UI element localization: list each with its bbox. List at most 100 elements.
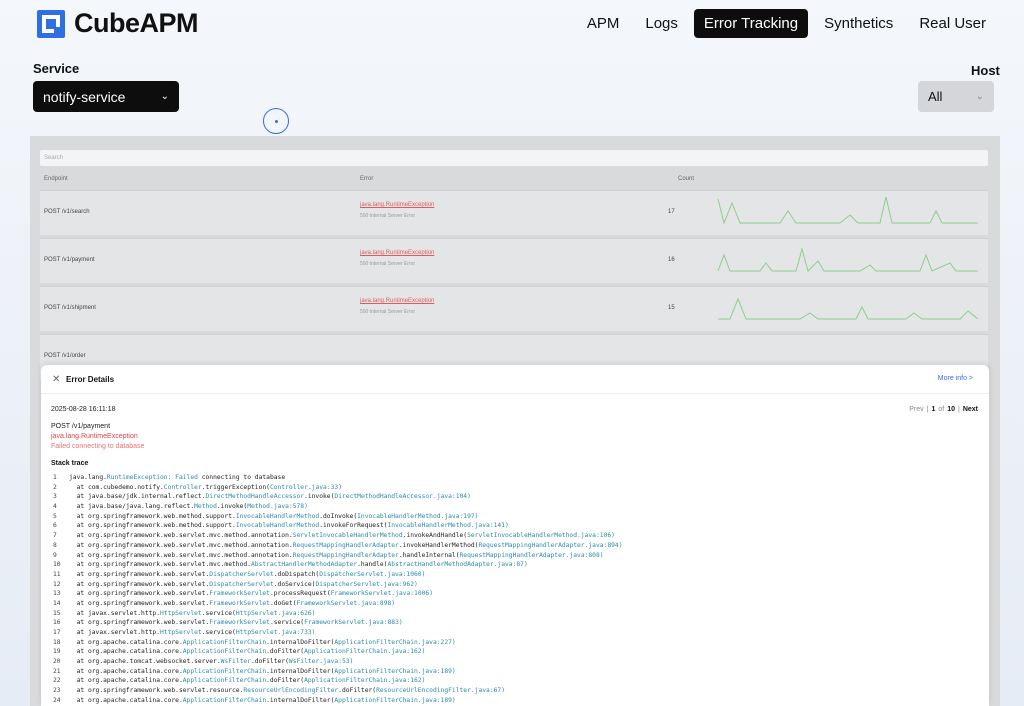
stack-line-text: .triggerException( [201, 483, 270, 491]
stack-line-text: .service( [201, 609, 236, 617]
stack-line: 13 at org.springframework.web.servlet.Fr… [53, 589, 623, 599]
stack-line-text: WsFilter.java:53) [288, 658, 354, 666]
stack-line-text: .invokeHandlerMethod( [398, 541, 479, 549]
stack-line-text: at java.base/jdk.internal.reflect. [69, 493, 206, 501]
stack-line-text: ServletInvocableHandlerMethod.java:106) [467, 532, 615, 540]
service-select[interactable]: notify-service ⌄ [33, 81, 179, 112]
stack-trace-title: Stack trace [51, 460, 89, 467]
stack-line-text: Method.java:578) [247, 503, 308, 511]
row-error[interactable]: java.lang.RuntimeException [360, 202, 434, 208]
stack-line-text: .doFilter( [251, 658, 289, 666]
table-row[interactable]: POST /v1/search java.lang.RuntimeExcepti… [40, 190, 988, 235]
stack-line: 10 at org.springframework.web.servlet.mv… [53, 560, 623, 570]
stack-line-text: FrameworkServlet.java:898) [296, 599, 396, 607]
stack-line-text: .invokeForRequest( [319, 522, 388, 530]
stack-line-text: .handleInternal( [398, 551, 460, 559]
stack-line-text: at org.apache.catalina.core. [69, 696, 183, 704]
more-info-link[interactable]: More info > [938, 375, 973, 382]
stack-line-text: InvocableHandlerMethod.java:141) [387, 522, 509, 530]
prev-button[interactable]: Prev [909, 406, 923, 413]
row-error[interactable]: java.lang.RuntimeException [360, 298, 434, 304]
host-select[interactable]: All ⌄ [918, 81, 994, 112]
stack-line-text: at org.springframework.web.servlet.mvc.m… [69, 551, 293, 559]
stack-line-text: FrameworkServlet [209, 599, 270, 607]
table-row[interactable]: POST /v1/payment java.lang.RuntimeExcept… [40, 238, 988, 283]
host-label: Host [971, 63, 1000, 78]
stack-line-text: ApplicationFilterChain [182, 648, 267, 656]
stack-line-text: .invoke( [216, 503, 248, 511]
nav-logs[interactable]: Logs [635, 9, 688, 38]
stack-line-number: 24 [53, 696, 61, 704]
stack-line-text: .internalDoFilter( [266, 667, 335, 675]
stack-line-text: InvocableHandlerMethod [235, 522, 320, 530]
nav-real-user[interactable]: Real User [909, 9, 996, 38]
close-icon[interactable]: ✕ [52, 374, 60, 385]
stack-line-number: 3 [53, 493, 57, 501]
error-details-panel: ✕ Error Details More info > 2025-08-28 1… [41, 365, 989, 706]
stack-line-text: .processRequest( [269, 590, 331, 598]
stack-line: 20 at org.apache.tomcat.websocket.server… [53, 657, 623, 667]
stack-line-text: ApplicationFilterChain.java:189) [334, 667, 456, 675]
row-endpoint: POST /v1/shipment [44, 305, 96, 311]
chevron-down-icon: ⌄ [160, 91, 169, 102]
stack-line-text: InvocableHandlerMethod.java:197) [357, 512, 479, 520]
row-error[interactable]: java.lang.RuntimeException [360, 250, 434, 256]
stack-line-text: at org.springframework.web.servlet. [69, 619, 210, 627]
row-error-sub: 500 Internal Server Error [360, 213, 416, 219]
stack-line: 12 at org.springframework.web.servlet.Di… [53, 580, 623, 590]
table-row[interactable]: POST /v1/shipment java.lang.RuntimeExcep… [40, 286, 988, 331]
row-count: 17 [668, 209, 675, 215]
pager-of: of [938, 406, 945, 413]
search-input[interactable]: Search [40, 150, 988, 166]
stack-line-text: ResourceUrlEncodingFilter.java:67) [376, 687, 505, 695]
stack-line-text: connecting to database [197, 474, 286, 481]
stack-line: 5 at org.springframework.web.method.supp… [53, 512, 623, 522]
stack-line-text: .doService( [273, 580, 316, 588]
stack-line-text: at org.springframework.web.servlet.mvc.m… [69, 541, 293, 549]
stack-line: 17 at javax.servlet.http.HttpServlet.ser… [53, 628, 623, 638]
nav-apm[interactable]: APM [577, 9, 630, 38]
stack-line-text: ApplicationFilterChain [182, 667, 267, 675]
stack-line-text: FrameworkServlet [209, 590, 270, 598]
stack-line-text: at org.springframework.web.servlet.mvc.m… [69, 532, 293, 540]
error-timestamp: 2025-08-28 16:11:18 [51, 406, 116, 413]
service-label: Service [33, 61, 80, 76]
chevron-down-icon: ⌄ [975, 91, 984, 102]
stack-line-text: at org.springframework.web.servlet. [69, 580, 210, 588]
next-button[interactable]: Next [963, 406, 978, 413]
stack-line-text: DispatcherServlet [209, 580, 274, 588]
stack-line-text: HttpServlet [160, 629, 202, 636]
stack-line: 16 at org.springframework.web.servlet.Fr… [53, 618, 623, 628]
sparkline-chart [717, 247, 978, 272]
stack-line-number: 20 [53, 658, 61, 666]
stack-line: 11 at org.springframework.web.servlet.Di… [53, 570, 623, 580]
nav-synthetics[interactable]: Synthetics [814, 9, 903, 38]
stack-line-number: 6 [53, 522, 57, 530]
stack-line-text: ApplicationFilterChain.java:189) [334, 696, 456, 704]
stack-line-text: Method [194, 503, 217, 511]
nav-error-tracking[interactable]: Error Tracking [693, 9, 809, 38]
stack-line-text: .service( [269, 619, 305, 627]
stack-line-number: 4 [53, 503, 57, 511]
stack-line-text: .doFilter( [338, 687, 377, 695]
stack-line: 1 java.lang.RuntimeException: Failed conn… [53, 473, 623, 483]
brand-logo[interactable]: CubeAPM [36, 8, 199, 39]
stack-line-text: DispatcherServlet.java:962) [315, 580, 418, 588]
stack-line-number: 16 [53, 619, 61, 627]
stack-line-text: RequestMappingHandlerAdapter.java:894) [478, 541, 623, 549]
stack-line-text: ApplicationFilterChain [182, 638, 267, 646]
stack-line-text: DispatcherServlet [209, 570, 274, 578]
stack-line-text: at org.springframework.web.servlet. [69, 599, 210, 607]
stack-line-text: at org.springframework.web.method.suppor… [69, 522, 236, 530]
stack-line-text: DirectMethodHandleAccessor [205, 493, 305, 501]
header-endpoint: Endpoint [44, 176, 68, 182]
stack-line-number: 5 [53, 512, 57, 520]
stack-line: 14 at org.springframework.web.servlet.Fr… [53, 599, 623, 609]
stack-line-text: DispatcherServlet.java:1060) [319, 570, 426, 578]
stack-line-number: 17 [53, 629, 61, 636]
stack-line-number: 7 [53, 532, 57, 540]
stack-line: 22 at org.apache.catalina.core.Applicati… [53, 676, 623, 686]
pager: Prev | 1 of 10 | Next [909, 406, 978, 413]
stack-line-text: RuntimeException: Failed [106, 474, 198, 481]
table-header: Endpoint Error Count [40, 172, 988, 188]
